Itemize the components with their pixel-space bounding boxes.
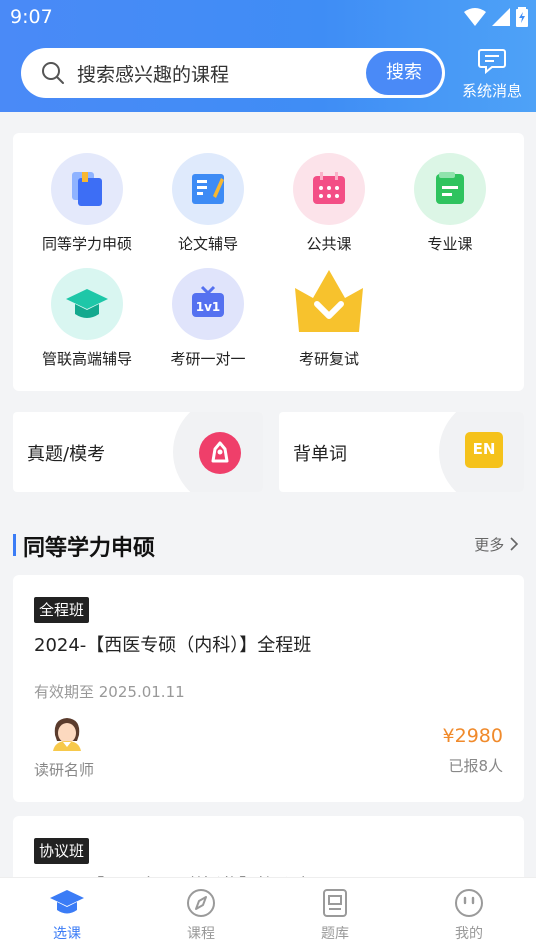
compass-icon bbox=[187, 889, 215, 917]
chevron-right-icon bbox=[510, 537, 519, 551]
category-label: 考研一对一 bbox=[170, 350, 246, 368]
battery-icon bbox=[516, 7, 528, 27]
course-price: ¥2980 bbox=[442, 725, 503, 747]
status-icons bbox=[464, 7, 528, 27]
category-label: 管联高端辅导 bbox=[41, 350, 132, 368]
system-messages-label: 系统消息 bbox=[461, 82, 522, 100]
course-tag: 全程班 bbox=[34, 597, 90, 623]
category-label: 考研复试 bbox=[298, 350, 359, 368]
course-title: 2024-【西医专硕（内科）】全程班 bbox=[34, 635, 312, 656]
search-input[interactable]: 搜索感兴趣的课程 搜索 bbox=[21, 48, 445, 98]
question-bank-icon bbox=[323, 889, 347, 917]
svg-text:1v1: 1v1 bbox=[196, 300, 221, 314]
search-button[interactable]: 搜索 bbox=[366, 51, 442, 95]
more-link[interactable]: 更多 bbox=[474, 534, 519, 555]
search-placeholder: 搜索感兴趣的课程 bbox=[77, 64, 230, 86]
feature-card-vocab[interactable]: 背单词 EN bbox=[279, 412, 524, 492]
calendar-icon bbox=[293, 153, 365, 225]
tab-label: 课程 bbox=[187, 926, 215, 942]
category-label: 专业课 bbox=[427, 235, 473, 253]
tab-question-bank[interactable]: 题库 bbox=[268, 878, 402, 952]
course-enrolled: 已报8人 bbox=[448, 757, 503, 775]
category-item[interactable]: 专业课 bbox=[390, 153, 510, 254]
crown-icon bbox=[293, 268, 365, 340]
category-label: 论文辅导 bbox=[177, 235, 238, 253]
category-item[interactable]: 1v1 考研一对一 bbox=[148, 268, 268, 369]
message-icon bbox=[478, 49, 506, 75]
course-tag: 协议班 bbox=[34, 838, 90, 864]
tab-courses[interactable]: 课程 bbox=[134, 878, 268, 952]
system-messages-button[interactable]: 系统消息 bbox=[458, 48, 526, 101]
tab-select-course[interactable]: 选课 bbox=[0, 878, 134, 952]
teacher-name: 读研名师 bbox=[34, 761, 95, 779]
category-grid: 同等学力申硕 论文辅导 公共课 专业课 管联高端辅导 1v1 考研一对一 考研复… bbox=[13, 133, 524, 391]
bottom-tab-bar: 选课 课程 题库 我的 bbox=[0, 877, 536, 952]
section-accent-bar bbox=[13, 534, 16, 556]
header: 9:07 搜索感兴趣的课程 搜索 系统消息 bbox=[0, 0, 536, 112]
more-label: 更多 bbox=[474, 536, 505, 554]
section-title: 同等学力申硕 bbox=[23, 536, 156, 561]
tab-label: 选课 bbox=[53, 926, 81, 942]
category-item[interactable]: 考研复试 bbox=[269, 268, 389, 369]
feature-label: 背单词 bbox=[293, 444, 347, 465]
category-item[interactable]: 管联高端辅导 bbox=[27, 268, 147, 369]
category-item[interactable]: 同等学力申硕 bbox=[27, 153, 147, 254]
graduation-cap-icon bbox=[51, 268, 123, 340]
section-header: 同等学力申硕 更多 bbox=[13, 530, 523, 562]
category-item[interactable]: 论文辅导 bbox=[148, 153, 268, 254]
open-book-icon bbox=[172, 153, 244, 225]
category-label: 公共课 bbox=[306, 235, 352, 253]
book-stack-icon bbox=[51, 153, 123, 225]
feature-card-exam[interactable]: 真题/模考 bbox=[13, 412, 263, 492]
category-label: 同等学力申硕 bbox=[41, 235, 132, 253]
en-icon: EN bbox=[465, 432, 503, 468]
tab-label: 题库 bbox=[321, 926, 349, 942]
category-item[interactable]: 公共课 bbox=[269, 153, 389, 254]
teacher-avatar-icon bbox=[53, 718, 81, 751]
status-time: 9:07 bbox=[10, 6, 53, 28]
graduation-cap-icon bbox=[50, 890, 84, 914]
notebook-icon bbox=[414, 153, 486, 225]
course-expiry: 有效期至 2025.01.11 bbox=[34, 683, 185, 701]
signal-icon bbox=[492, 8, 510, 26]
feature-label: 真题/模考 bbox=[27, 444, 106, 465]
course-card[interactable]: 全程班 2024-【西医专硕（内科）】全程班 有效期至 2025.01.11 读… bbox=[13, 575, 524, 802]
tab-mine[interactable]: 我的 bbox=[402, 878, 536, 952]
smiley-icon bbox=[455, 889, 483, 917]
pen-icon bbox=[199, 432, 241, 474]
wifi-icon bbox=[464, 8, 486, 26]
tab-label: 我的 bbox=[455, 926, 483, 942]
search-icon bbox=[42, 62, 64, 84]
tv-1v1-icon: 1v1 bbox=[172, 268, 244, 340]
